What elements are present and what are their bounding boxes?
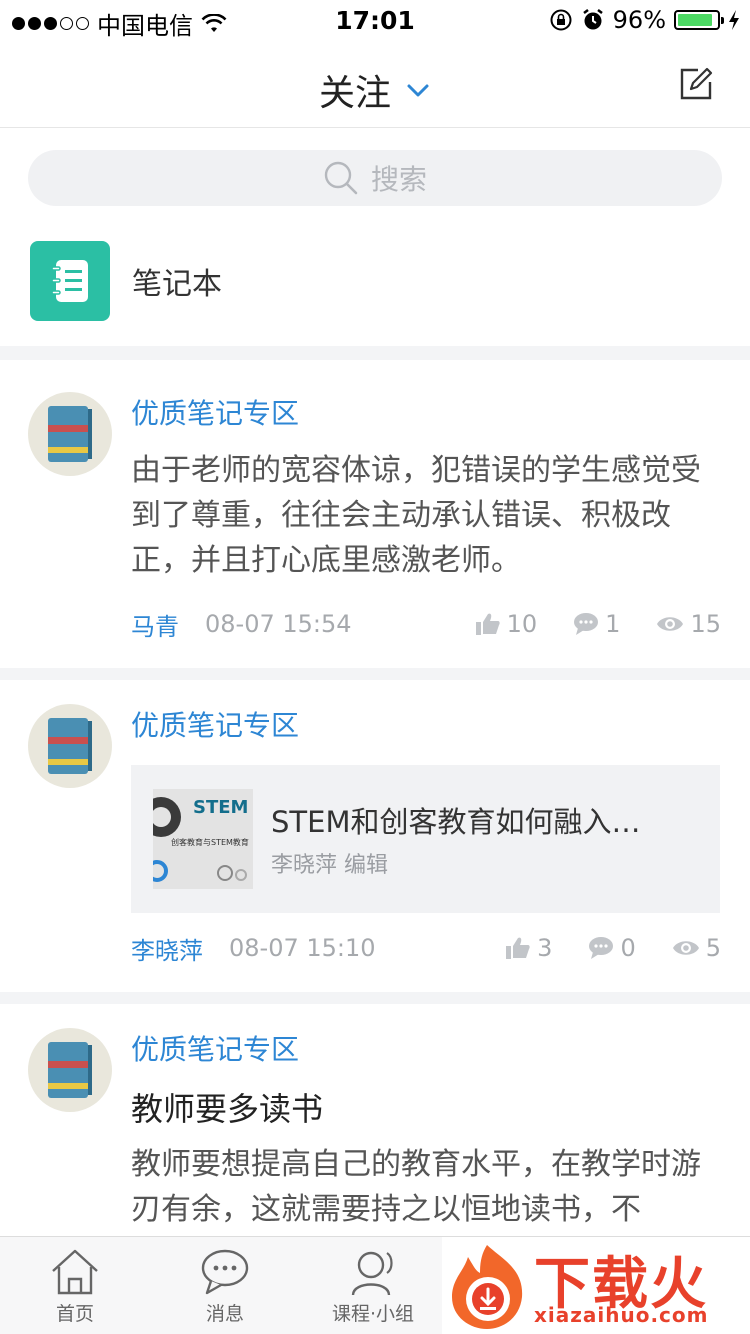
rotation-lock-icon bbox=[550, 9, 572, 31]
notebook-icon bbox=[30, 241, 110, 321]
post-time: 08-07 15:54 bbox=[205, 610, 352, 638]
feed-card[interactable]: 优质笔记专区 教师要多读书 教师要想提高自己的教育水平，在教学时游刃有余，这就需… bbox=[0, 1004, 750, 1236]
avatar[interactable] bbox=[28, 392, 112, 476]
tab-home[interactable]: 首页 bbox=[20, 1247, 130, 1326]
like-count[interactable]: 10 bbox=[475, 610, 537, 638]
comment-icon bbox=[589, 937, 614, 959]
thumbs-up-icon bbox=[506, 937, 530, 959]
watermark-url: xiazaihuo.com bbox=[534, 1303, 709, 1327]
tab-bar: 首页 消息 课程·小组 下载火 xiazaihuo.com bbox=[0, 1236, 750, 1334]
card-meta: 马青 08-07 15:54 10 1 15 bbox=[131, 604, 721, 644]
thumbnail-title: STEM bbox=[193, 797, 249, 818]
attachment-title: STEM和创客教育如何融入… bbox=[271, 805, 641, 839]
card-category[interactable]: 优质笔记专区 bbox=[131, 704, 299, 744]
card-category[interactable]: 优质笔记专区 bbox=[131, 392, 299, 432]
tab-label: 首页 bbox=[55, 1303, 94, 1325]
card-category[interactable]: 优质笔记专区 bbox=[131, 1028, 299, 1068]
attachment-thumbnail: STEM 创客教育与STEM教育 bbox=[153, 789, 253, 889]
person-icon bbox=[351, 1251, 393, 1296]
notebook-avatar-icon bbox=[48, 718, 92, 774]
alarm-icon bbox=[582, 9, 603, 30]
comment-count[interactable]: 1 bbox=[573, 610, 620, 638]
post-time: 08-07 15:10 bbox=[229, 934, 376, 962]
charging-icon bbox=[729, 10, 739, 30]
author-name[interactable]: 李晓萍 bbox=[131, 931, 203, 966]
battery-icon bbox=[674, 10, 724, 30]
tab-label: 消息 bbox=[205, 1303, 244, 1325]
attachment-text: STEM和创客教育如何融入… 李晓萍 编辑 bbox=[271, 799, 640, 879]
avatar[interactable] bbox=[28, 1028, 112, 1112]
search-placeholder: 搜索 bbox=[370, 163, 427, 196]
home-icon bbox=[52, 1249, 98, 1295]
message-icon bbox=[201, 1249, 249, 1295]
tab-courses-groups[interactable]: 课程·小组 bbox=[318, 1247, 428, 1326]
card-heading[interactable]: 教师要多读书 bbox=[131, 1084, 323, 1130]
chevron-down-icon bbox=[407, 84, 429, 97]
search-icon bbox=[324, 161, 358, 195]
comment-count[interactable]: 0 bbox=[588, 934, 636, 962]
avatar[interactable] bbox=[28, 704, 112, 788]
author-name[interactable]: 马青 bbox=[131, 607, 179, 642]
card-body: 教师要想提高自己的教育水平，在教学时游刃有余，这就需要持之以恒地读书，不 bbox=[131, 1147, 701, 1227]
card-body: 由于老师的宽容体谅，犯错误的学生感觉受到了尊重，往往会主动承认错误、积极改正，并… bbox=[131, 453, 701, 578]
section-divider bbox=[0, 668, 750, 680]
like-count[interactable]: 3 bbox=[505, 934, 552, 962]
status-bar: 中国电信 17:01 96% bbox=[0, 0, 750, 40]
section-divider bbox=[0, 346, 750, 360]
attachment-card[interactable]: STEM 创客教育与STEM教育 STEM和创客教育如何融入… 李晓萍 编辑 bbox=[131, 765, 720, 913]
notebook-entry[interactable]: 笔记本 bbox=[30, 240, 222, 322]
view-count: 15 bbox=[656, 610, 721, 638]
view-count: 5 bbox=[672, 934, 721, 962]
thumbs-up-icon bbox=[475, 613, 500, 635]
page-title: 关注 bbox=[318, 73, 391, 114]
notebook-avatar-icon bbox=[48, 406, 92, 462]
feed-card[interactable]: 优质笔记专区 由于老师的宽容体谅，犯错误的学生感觉受到了尊重，往往会主动承认错误… bbox=[0, 360, 750, 670]
feed-card[interactable]: 优质笔记专区 STEM 创客教育与STEM教育 STEM和创客教育如何融入… 李… bbox=[0, 680, 750, 994]
notebook-label: 笔记本 bbox=[132, 267, 222, 302]
flame-logo-icon bbox=[452, 1245, 523, 1329]
compose-icon[interactable] bbox=[676, 64, 716, 104]
battery-percent: 96% bbox=[612, 6, 666, 34]
notebook-avatar-icon bbox=[48, 1042, 92, 1098]
thumbnail-subtitle: 创客教育与STEM教育 bbox=[171, 838, 249, 847]
watermark: 下载火 xiazaihuo.com bbox=[442, 1237, 750, 1334]
nav-bar: 关注 bbox=[0, 40, 750, 128]
eye-icon bbox=[672, 941, 699, 955]
eye-icon bbox=[657, 617, 684, 631]
tab-messages[interactable]: 消息 bbox=[170, 1247, 280, 1326]
status-right: 96% bbox=[549, 6, 740, 34]
comment-icon bbox=[574, 613, 599, 635]
section-divider bbox=[0, 992, 750, 1004]
attachment-subtitle: 李晓萍 编辑 bbox=[271, 853, 388, 878]
title-dropdown[interactable]: 关注 bbox=[0, 64, 750, 116]
tab-label: 课程·小组 bbox=[331, 1303, 415, 1325]
search-input[interactable]: 搜索 bbox=[28, 150, 722, 206]
card-meta: 李晓萍 08-07 15:10 3 0 5 bbox=[131, 928, 721, 968]
